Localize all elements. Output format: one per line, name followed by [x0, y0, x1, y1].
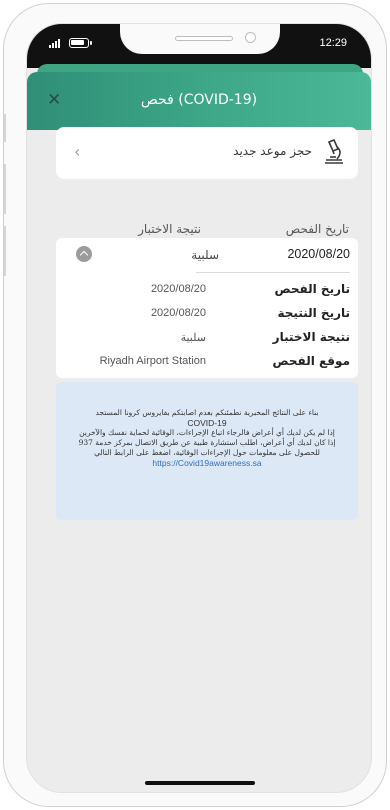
home-indicator[interactable] — [145, 781, 255, 785]
info-notice: بناء على النتائج المخبرية نطمئنكم بعدم ا… — [56, 382, 358, 520]
signal-icon — [49, 38, 60, 48]
status-time: 12:29 — [319, 37, 347, 49]
column-header-date: تاريخ الفحص — [285, 222, 349, 236]
detail-row: موقع الفحص Riyadh Airport Station — [56, 354, 358, 376]
summary-result: سلبية — [191, 248, 219, 262]
info-line-en: COVID-19 — [187, 418, 227, 428]
detail-label: تاريخ الفحص — [274, 282, 350, 296]
screen: 12:29 ✕ فحص (COVID-19) ‹ حجز موعد جديد ت… — [26, 23, 372, 793]
detail-label: تاريخ النتيجة — [277, 306, 351, 320]
chevron-left-icon: ‹ — [74, 142, 81, 161]
modal-header: ✕ فحص (COVID-19) — [27, 72, 371, 130]
detail-label: نتيجة الاختبار — [272, 330, 350, 344]
book-appointment-button[interactable]: ‹ حجز موعد جديد — [56, 127, 358, 179]
info-line: إذا كان لديك أي أعراض، اطلب استشارة طبية… — [78, 438, 336, 447]
info-line: بناء على النتائج المخبرية نطمئنكم بعدم ا… — [95, 408, 319, 417]
mute-switch — [4, 114, 6, 142]
close-icon[interactable]: ✕ — [47, 90, 61, 110]
test-result-card: سلبية 2020/08/20 تاريخ الفحص 2020/08/20 … — [56, 238, 358, 378]
detail-value: 2020/08/20 — [150, 283, 206, 295]
battery-tip — [90, 41, 92, 45]
info-line: إذا لم يكن لديك أي أعراض فالرجاء اتباع ا… — [79, 428, 335, 437]
speaker-icon — [175, 36, 233, 41]
volume-up-button — [4, 164, 6, 214]
detail-value: Riyadh Airport Station — [99, 355, 206, 367]
phone-frame: 12:29 ✕ فحص (COVID-19) ‹ حجز موعد جديد ت… — [3, 3, 387, 807]
detail-row: تاريخ الفحص 2020/08/20 — [56, 282, 358, 304]
collapse-icon[interactable] — [76, 246, 92, 262]
awareness-link[interactable]: https://Covid19awareness.sa — [64, 458, 350, 468]
column-header-result: نتيجة الاختبار — [138, 222, 201, 236]
summary-date: 2020/08/20 — [287, 247, 350, 261]
detail-value: 2020/08/20 — [150, 307, 206, 319]
detail-value: سلبية — [180, 332, 206, 344]
divider — [196, 272, 350, 273]
battery-icon — [69, 38, 89, 48]
page-title: فحص (COVID-19) — [140, 92, 258, 108]
book-appointment-label: حجز موعد جديد — [233, 144, 312, 158]
volume-down-button — [4, 226, 6, 276]
info-line: للحصول على معلومات حول الإجراءات الوقائي… — [94, 448, 320, 457]
detail-label: موقع الفحص — [272, 354, 350, 368]
detail-row: تاريخ النتيجة 2020/08/20 — [56, 306, 358, 328]
microscope-icon — [325, 139, 343, 164]
detail-row: نتيجة الاختبار سلبية — [56, 330, 358, 352]
camera-icon — [245, 32, 256, 43]
